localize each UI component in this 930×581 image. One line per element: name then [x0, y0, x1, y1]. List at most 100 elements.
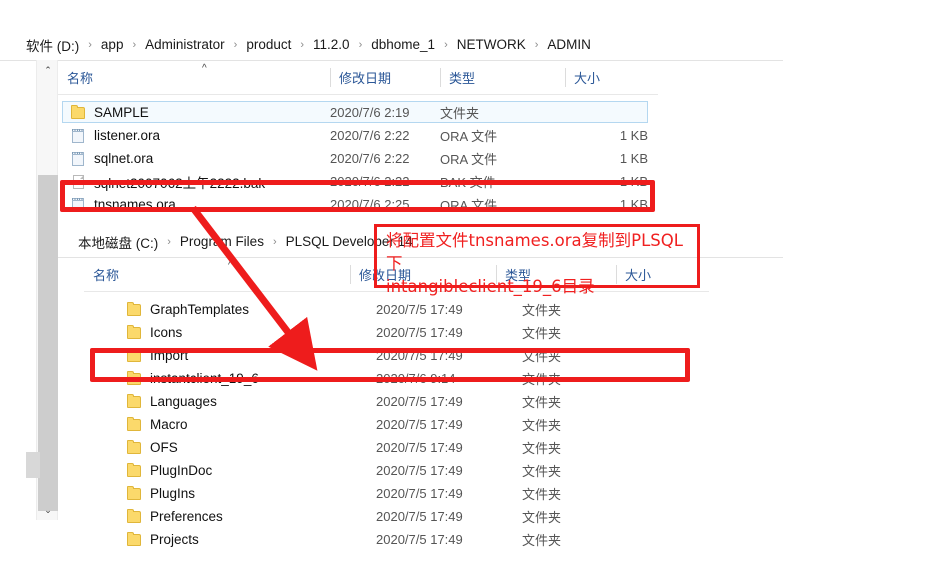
column-header-type-label: 类型 — [449, 71, 476, 86]
file-name-cell[interactable]: sqlnet.ora — [70, 147, 153, 170]
file-name-cell[interactable]: OFS — [126, 436, 178, 459]
file-name-cell[interactable]: Projects — [126, 528, 199, 551]
sort-ascending-icon: ^ — [228, 260, 233, 271]
folder-icon — [126, 439, 143, 456]
breadcrumb-part-5[interactable]: dbhome_1 — [371, 37, 435, 52]
column-header-type[interactable]: 类型 — [440, 61, 565, 94]
file-type-cell: 文件夹 — [522, 528, 561, 551]
column-header-name[interactable]: 名称 — [84, 258, 350, 291]
file-date-label: 2020/7/6 9:14 — [376, 371, 456, 386]
breadcrumb-part-7[interactable]: ADMIN — [547, 37, 591, 52]
file-name-cell[interactable]: tnsnames.ora — [70, 193, 176, 216]
folder-icon — [126, 324, 143, 341]
background-window-edge — [26, 452, 40, 478]
table-row[interactable]: PlugInDoc 2020/7/5 17:49 文件夹 — [26, 459, 783, 482]
breadcrumb-part-1[interactable]: Program Files — [180, 234, 264, 249]
file-date-cell: 2020/7/5 17:49 — [376, 298, 463, 321]
file-size-cell — [616, 367, 704, 390]
file-name-cell[interactable]: sqlnet2007062上午2222.bak — [70, 170, 265, 193]
table-row[interactable]: instantclient_19_6 2020/7/6 9:14 文件夹 — [26, 367, 783, 390]
table-row[interactable]: sqlnet.ora 2020/7/6 2:22 ORA 文件 1 KB — [0, 147, 783, 170]
table-row[interactable]: SAMPLE 2020/7/6 2:19 文件夹 — [0, 101, 783, 124]
file-name-cell[interactable]: Macro — [126, 413, 188, 436]
sort-ascending-icon: ^ — [202, 63, 207, 74]
table-row[interactable]: OFS 2020/7/5 17:49 文件夹 — [26, 436, 783, 459]
file-size-cell — [616, 459, 704, 482]
file-name-cell[interactable]: Languages — [126, 390, 217, 413]
chevron-right-icon: › — [272, 235, 277, 248]
column-header-date[interactable]: 修改日期 — [330, 61, 440, 94]
file-size-label: 1 KB — [619, 151, 648, 166]
file-date-label: 2020/7/6 2:25 — [330, 197, 410, 212]
breadcrumb-part-0[interactable]: 软件 (D:) — [26, 35, 79, 55]
file-name-label: Languages — [150, 394, 217, 409]
file-name-cell[interactable]: PlugInDoc — [126, 459, 212, 482]
breadcrumb-part-2[interactable]: Administrator — [145, 37, 225, 52]
explorer-screenshot: 软件 (D:) › app › Administrator › product … — [0, 0, 930, 581]
file-date-cell: 2020/7/5 17:49 — [376, 321, 463, 344]
file-size-cell — [616, 321, 704, 344]
file-type-label: 文件夹 — [522, 303, 562, 318]
folder-icon — [126, 508, 143, 525]
column-header-name-label: 名称 — [67, 71, 94, 86]
table-row[interactable]: Preferences 2020/7/5 17:49 文件夹 — [26, 505, 783, 528]
file-type-cell: ORA 文件 — [440, 193, 497, 216]
file-name-cell[interactable]: Icons — [126, 321, 182, 344]
chevron-right-icon: › — [233, 38, 238, 51]
file-date-label: 2020/7/5 17:49 — [376, 486, 463, 501]
file-size-cell — [616, 505, 704, 528]
file-name-label: GraphTemplates — [150, 302, 250, 317]
table-row[interactable]: Icons 2020/7/5 17:49 文件夹 — [26, 321, 783, 344]
table-row[interactable]: Languages 2020/7/5 17:49 文件夹 — [26, 390, 783, 413]
breadcrumb-top[interactable]: 软件 (D:) › app › Administrator › product … — [0, 29, 783, 61]
file-size-cell: 1 KB — [560, 193, 648, 216]
folder-icon — [70, 104, 87, 121]
column-header-name[interactable]: 名称 — [58, 61, 330, 94]
chevron-right-icon: › — [132, 38, 137, 51]
breadcrumb-part-0[interactable]: 本地磁盘 (C:) — [78, 232, 158, 252]
table-row[interactable]: tnsnames.ora 2020/7/6 2:25 ORA 文件 1 KB — [0, 193, 783, 216]
file-type-label: 文件夹 — [522, 441, 562, 456]
file-name-cell[interactable]: GraphTemplates — [126, 298, 249, 321]
table-row[interactable]: GraphTemplates 2020/7/5 17:49 文件夹 — [26, 298, 783, 321]
column-header-size[interactable]: 大小 — [565, 61, 658, 94]
file-size-cell: 1 KB — [560, 124, 648, 147]
file-name-label: sqlnet2007062上午2222.bak — [94, 175, 266, 191]
file-date-cell: 2020/7/5 17:49 — [376, 413, 463, 436]
vertical-scrollbar[interactable]: ⌃ ⌄ — [36, 60, 58, 520]
file-date-cell: 2020/7/6 9:14 — [376, 367, 456, 390]
chevron-right-icon: › — [534, 38, 539, 51]
folder-icon — [126, 370, 143, 387]
file-name-cell[interactable]: PlugIns — [126, 482, 195, 505]
chevron-right-icon: › — [358, 38, 363, 51]
breadcrumb-part-3[interactable]: product — [246, 37, 291, 52]
file-date-label: 2020/7/5 17:49 — [376, 302, 463, 317]
file-type-cell: ORA 文件 — [440, 147, 497, 170]
file-name-cell[interactable]: instantclient_19_6 — [126, 367, 259, 390]
scroll-up-arrow-icon[interactable]: ⌃ — [37, 62, 59, 78]
file-name-cell[interactable]: Import — [126, 344, 188, 367]
file-type-label: 文件夹 — [522, 349, 562, 364]
scrollbar-thumb[interactable] — [38, 175, 58, 511]
table-row[interactable]: sqlnet2007062上午2222.bak 2020/7/6 2:22 BA… — [0, 170, 783, 193]
table-row[interactable]: PlugIns 2020/7/5 17:49 文件夹 — [26, 482, 783, 505]
file-size-cell — [616, 436, 704, 459]
table-row[interactable]: Import 2020/7/5 17:49 文件夹 — [26, 344, 783, 367]
scroll-down-arrow-icon[interactable]: ⌄ — [37, 502, 59, 518]
breadcrumb-part-4[interactable]: 11.2.0 — [313, 37, 350, 52]
file-name-cell[interactable]: Preferences — [126, 505, 223, 528]
table-row[interactable]: Macro 2020/7/5 17:49 文件夹 — [26, 413, 783, 436]
breadcrumb-part-1[interactable]: app — [101, 37, 124, 52]
file-name-cell[interactable]: listener.ora — [70, 124, 160, 147]
explorer-window-top: 软件 (D:) › app › Administrator › product … — [0, 29, 783, 224]
table-row[interactable]: Projects 2020/7/5 17:49 文件夹 — [26, 528, 783, 551]
breadcrumb-part-6[interactable]: NETWORK — [457, 37, 526, 52]
file-date-cell: 2020/7/5 17:49 — [376, 459, 463, 482]
table-row[interactable]: listener.ora 2020/7/6 2:22 ORA 文件 1 KB — [0, 124, 783, 147]
file-date-cell: 2020/7/5 17:49 — [376, 390, 463, 413]
file-name-cell[interactable]: SAMPLE — [70, 101, 149, 124]
chevron-right-icon: › — [167, 235, 171, 248]
file-type-label: 文件夹 — [522, 464, 562, 479]
file-type-label: ORA 文件 — [440, 198, 498, 213]
file-type-label: 文件夹 — [522, 395, 562, 410]
